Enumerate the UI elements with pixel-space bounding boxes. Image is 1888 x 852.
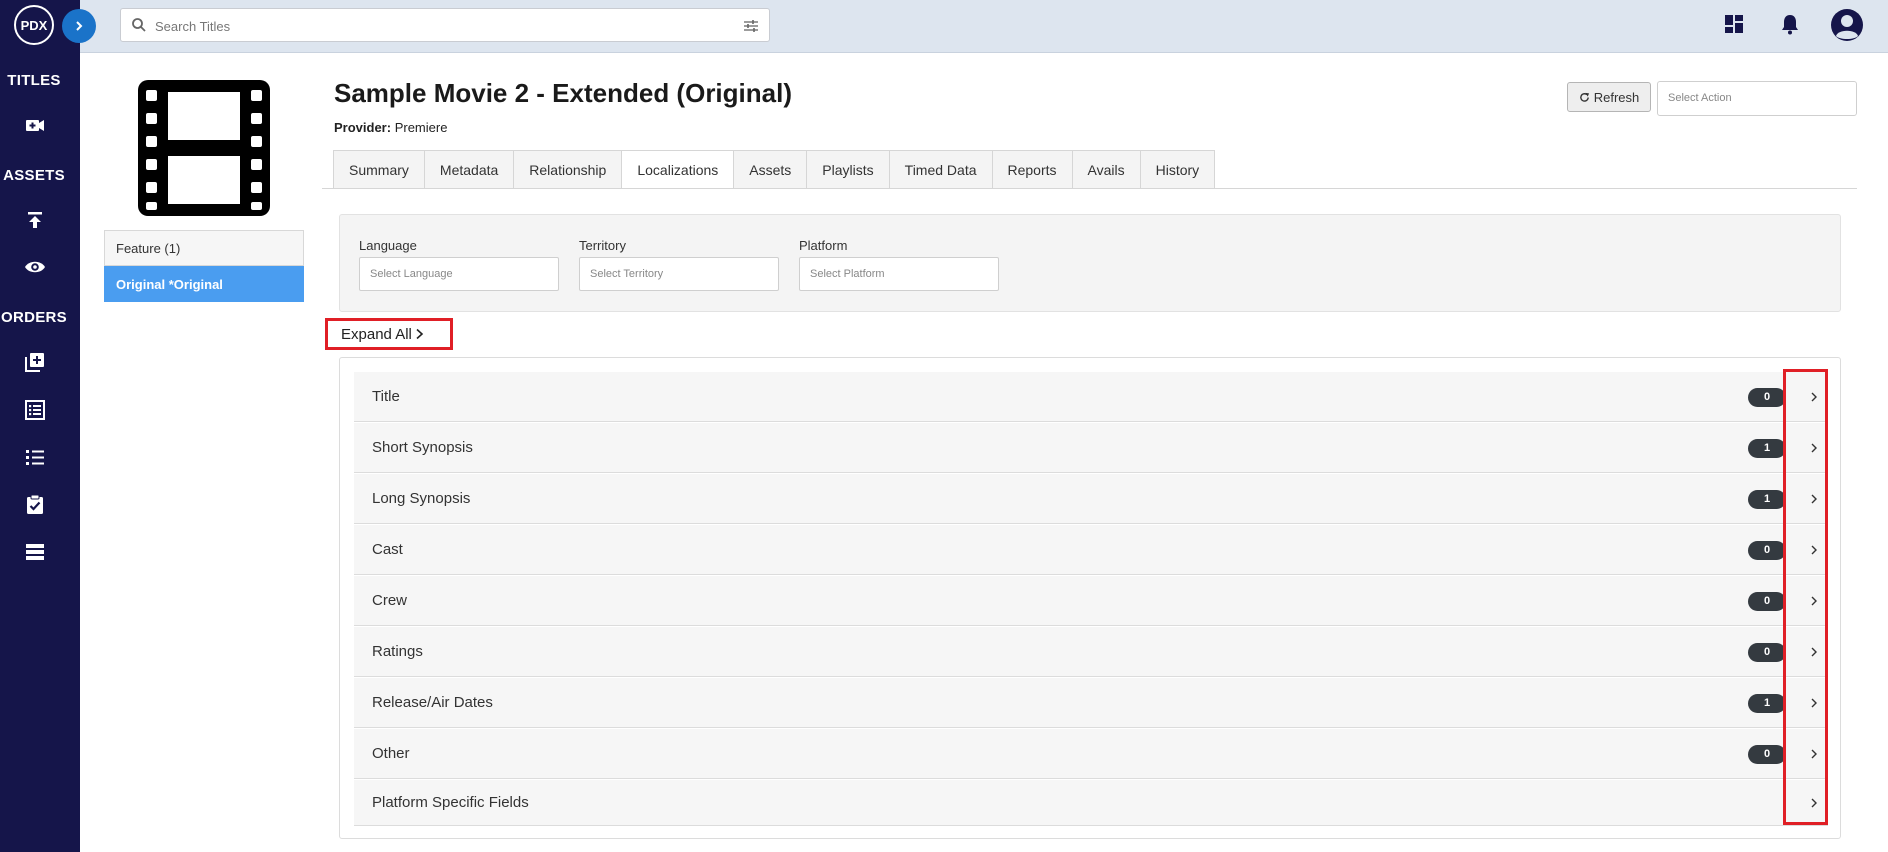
section-release-air-dates[interactable]: Release/Air Dates 1 <box>354 678 1828 728</box>
localization-sections: Title 0 Short Synopsis 1 Long Synopsis 1… <box>339 357 1841 839</box>
chevron-right-icon <box>76 21 83 31</box>
chevron-right-icon[interactable] <box>1810 797 1818 809</box>
section-long-synopsis[interactable]: Long Synopsis 1 <box>354 474 1828 524</box>
pdx-logo[interactable]: PDX <box>14 5 54 45</box>
count-badge: 1 <box>1748 439 1786 458</box>
search-input[interactable] <box>155 15 715 37</box>
search-icon <box>132 18 146 32</box>
chevron-right-icon[interactable] <box>1810 646 1818 658</box>
user-avatar-icon[interactable] <box>1830 8 1864 42</box>
tab-playlists[interactable]: Playlists <box>806 150 889 189</box>
add-order-icon[interactable] <box>24 351 46 373</box>
count-badge: 0 <box>1748 643 1786 662</box>
top-bar <box>0 0 1888 53</box>
section-label: Title <box>372 388 400 405</box>
page-title: Sample Movie 2 - Extended (Original) <box>334 78 792 108</box>
numbered-list-icon[interactable] <box>24 446 46 468</box>
clipboard-check-icon[interactable] <box>24 493 46 515</box>
sidebar-section-orders: ORDERS <box>1 309 67 326</box>
section-label: Cast <box>372 541 403 558</box>
platform-label: Platform <box>799 238 848 253</box>
count-badge: 0 <box>1748 388 1786 407</box>
sidebar-expand-button[interactable] <box>62 9 96 43</box>
sidebar-section-titles: TITLES <box>7 72 61 89</box>
refresh-label: Refresh <box>1593 89 1640 105</box>
section-label: Platform Specific Fields <box>372 794 529 811</box>
film-strip-icon <box>138 80 270 216</box>
chevron-right-icon[interactable] <box>1810 697 1818 709</box>
count-badge: 1 <box>1748 694 1786 713</box>
provider-value: Premiere <box>394 120 448 135</box>
tab-summary[interactable]: Summary <box>333 150 424 189</box>
section-label: Ratings <box>372 643 423 660</box>
chevron-right-icon[interactable] <box>1810 748 1818 760</box>
refresh-button[interactable]: Refresh <box>1567 82 1651 112</box>
select-action-dropdown[interactable]: Select Action <box>1657 81 1857 116</box>
sidebar-section-assets: ASSETS <box>3 167 65 184</box>
platform-select[interactable]: Select Platform <box>799 257 999 291</box>
filter-panel <box>339 214 1841 312</box>
chevron-right-icon[interactable] <box>1810 544 1818 556</box>
chevron-right-icon[interactable] <box>1810 442 1818 454</box>
tab-divider <box>322 188 1857 189</box>
section-short-synopsis[interactable]: Short Synopsis 1 <box>354 423 1828 473</box>
tab-assets[interactable]: Assets <box>733 150 807 189</box>
section-label: Release/Air Dates <box>372 694 493 711</box>
section-platform-specific-fields[interactable]: Platform Specific Fields <box>354 780 1828 826</box>
section-label: Crew <box>372 592 408 609</box>
upload-icon[interactable] <box>24 209 46 231</box>
territory-label: Territory <box>579 238 626 253</box>
chevron-right-icon[interactable] <box>1810 595 1818 607</box>
section-crew[interactable]: Crew 0 <box>354 576 1828 626</box>
chevron-right-icon <box>416 328 424 340</box>
chevron-right-icon[interactable] <box>1810 493 1818 505</box>
count-badge: 0 <box>1748 541 1786 560</box>
version-tree: Feature (1) Original *Original <box>104 230 304 302</box>
territory-select[interactable]: Select Territory <box>579 257 779 291</box>
section-title[interactable]: Title 0 <box>354 372 1828 422</box>
expand-all-label: Expand All <box>341 325 412 343</box>
sidebar: PDX TITLES ASSETS ORDERS <box>0 0 80 852</box>
notifications-bell-icon[interactable] <box>1778 12 1802 36</box>
table-list-icon[interactable] <box>24 541 46 563</box>
section-label: Short Synopsis <box>372 439 473 456</box>
chevron-right-icon[interactable] <box>1810 391 1818 403</box>
count-badge: 0 <box>1748 592 1786 611</box>
search-box[interactable] <box>120 8 770 42</box>
tab-bar: Summary Metadata Relationship Localizati… <box>333 150 1216 189</box>
section-cast[interactable]: Cast 0 <box>354 525 1828 575</box>
language-select[interactable]: Select Language <box>359 257 559 291</box>
tab-metadata[interactable]: Metadata <box>423 150 514 189</box>
filter-settings-icon[interactable] <box>743 18 759 34</box>
eye-icon[interactable] <box>24 256 46 278</box>
expand-all-button[interactable]: Expand All <box>325 318 453 350</box>
tab-relationship[interactable]: Relationship <box>513 150 622 189</box>
tree-item-original[interactable]: Original *Original <box>104 266 304 302</box>
provider-label: Provider: <box>334 120 392 135</box>
refresh-icon <box>1579 92 1589 102</box>
section-label: Other <box>372 745 410 762</box>
count-badge: 1 <box>1748 490 1786 509</box>
tab-avails[interactable]: Avails <box>1071 150 1140 189</box>
section-other[interactable]: Other 0 <box>354 729 1828 779</box>
language-label: Language <box>359 238 417 253</box>
tab-localizations[interactable]: Localizations <box>621 150 734 189</box>
tab-reports[interactable]: Reports <box>991 150 1072 189</box>
add-title-video-icon[interactable] <box>24 114 46 136</box>
tree-item-feature[interactable]: Feature (1) <box>104 230 304 266</box>
tab-history[interactable]: History <box>1139 150 1216 189</box>
order-list-icon[interactable] <box>24 399 46 421</box>
section-label: Long Synopsis <box>372 490 471 507</box>
tab-timed-data[interactable]: Timed Data <box>888 150 992 189</box>
dashboard-icon[interactable] <box>1722 12 1746 36</box>
count-badge: 0 <box>1748 745 1786 764</box>
provider-info: Provider: Premiere <box>334 120 447 135</box>
section-ratings[interactable]: Ratings 0 <box>354 627 1828 677</box>
